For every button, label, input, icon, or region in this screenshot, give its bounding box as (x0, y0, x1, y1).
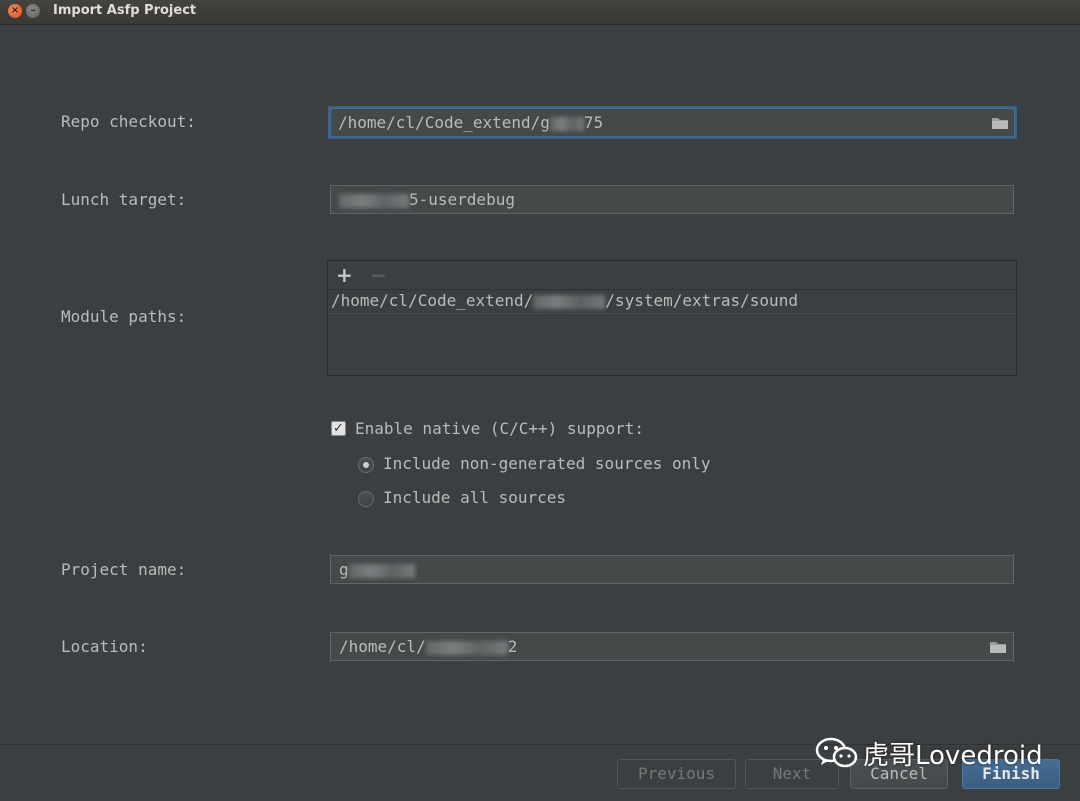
module-path-suffix: /system/extras/sound (605, 291, 798, 310)
watermark-text: 虎哥Lovedroid (863, 741, 1043, 771)
previous-button[interactable]: Previous (617, 759, 736, 789)
radio-non-generated-label: Include non-generated sources only (383, 454, 711, 473)
title-bar: × – Import Asfp Project (0, 0, 1080, 25)
module-paths-panel: + − /home/cl/Code_extend/ /system/extras/… (327, 260, 1017, 376)
location-value: /home/cl/ (339, 637, 426, 656)
radio-all-sources[interactable] (358, 491, 374, 507)
folder-icon[interactable] (991, 116, 1009, 130)
module-path-row[interactable]: /home/cl/Code_extend/ /system/extras/soun… (328, 290, 1016, 314)
lunch-target-label: Lunch target: (61, 190, 187, 209)
native-support-label: Enable native (C/C++) support: (355, 419, 644, 438)
radio-non-generated[interactable] (358, 457, 374, 473)
repo-checkout-value-tail: 75 (583, 113, 604, 132)
lunch-target-value: 5-userdebug (409, 190, 515, 209)
redacted-text (348, 563, 415, 578)
radio-all-sources-label: Include all sources (383, 488, 567, 507)
location-field[interactable]: /home/cl/2 (330, 632, 1014, 661)
remove-icon[interactable]: − (370, 263, 387, 287)
module-path-prefix: /home/cl/Code_extend/ (331, 291, 534, 310)
repo-checkout-label: Repo checkout: (61, 112, 196, 131)
project-name-label: Project name: (61, 560, 187, 579)
redacted-text (339, 193, 409, 208)
folder-icon[interactable] (989, 640, 1007, 654)
project-name-value: g (339, 560, 349, 579)
window-title: Import Asfp Project (53, 3, 197, 18)
add-icon[interactable]: + (336, 263, 353, 287)
module-paths-label: Module paths: (61, 307, 187, 326)
project-name-field[interactable]: g (330, 555, 1014, 584)
redacted-text (533, 294, 606, 309)
native-support-checkbox[interactable]: ✓ (331, 421, 346, 436)
location-label: Location: (61, 637, 148, 656)
location-value-tail: 2 (507, 637, 518, 656)
redacted-text (425, 640, 508, 655)
wechat-icon (815, 737, 858, 768)
repo-checkout-value: /home/cl/Code_extend/g (338, 113, 550, 132)
close-icon[interactable]: × (8, 4, 22, 18)
minimize-icon[interactable]: – (26, 4, 40, 18)
lunch-target-field[interactable]: 5-userdebug (330, 185, 1014, 214)
module-paths-toolbar: + − (328, 261, 1016, 290)
redacted-text (549, 116, 584, 131)
repo-checkout-field[interactable]: /home/cl/Code_extend/g 75 (328, 106, 1017, 139)
